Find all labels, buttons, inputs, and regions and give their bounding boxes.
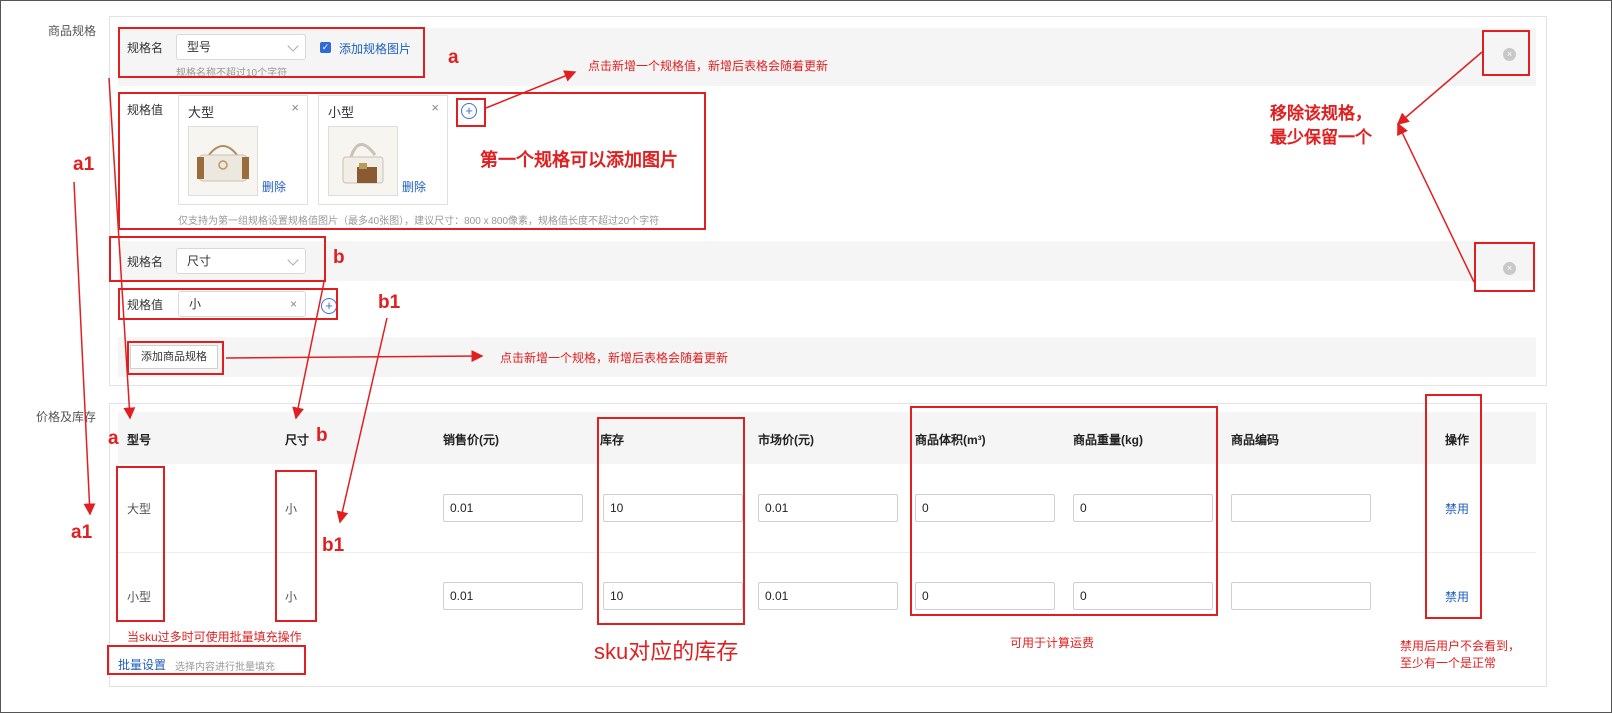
- arrow-a: [108, 77, 136, 420]
- annotation-tag-a-table: a: [108, 428, 119, 449]
- annotation-tag-a1-top: a1: [73, 154, 95, 175]
- annotation-tag-b-table: b: [316, 425, 328, 446]
- annotation-disable-note: 禁用后用户不会看到， 至少有一个是正常: [1400, 639, 1521, 670]
- annotation-remove-spec: 移除该规格， 最少保留一个: [1270, 104, 1372, 147]
- annotation-add-spec-note: 点击新增一个规格，新增后表格会随着更新: [500, 351, 729, 365]
- annotation-batch-note: 当sku过多时可使用批量填充操作: [127, 630, 302, 644]
- arrow-b1: [336, 317, 388, 524]
- annotation-tag-b: b: [333, 247, 345, 268]
- annotation-tag-a1-bottom: a1: [71, 522, 93, 543]
- arrow-add-spec: [225, 350, 484, 363]
- arrow-b: [292, 281, 325, 420]
- annotation-tag-b1-top: b1: [378, 292, 401, 313]
- annotation-first-spec-image: 第一个规格可以添加图片: [480, 150, 678, 170]
- annotation-add-value-note: 点击新增一个规格值，新增后表格会随着更新: [588, 59, 829, 73]
- arrow-remove2: [1397, 122, 1475, 283]
- annotation-tag-a: a: [448, 47, 459, 68]
- arrow-a1: [73, 181, 96, 516]
- annotation-stock-note: sku对应的库存: [594, 639, 739, 664]
- arrow-add-value: [485, 70, 577, 109]
- annotation-shipping-note: 可用于计算运费: [1010, 636, 1095, 650]
- arrow-remove1: [1396, 51, 1483, 125]
- annotation-tag-b1-bottom: b1: [322, 535, 345, 556]
